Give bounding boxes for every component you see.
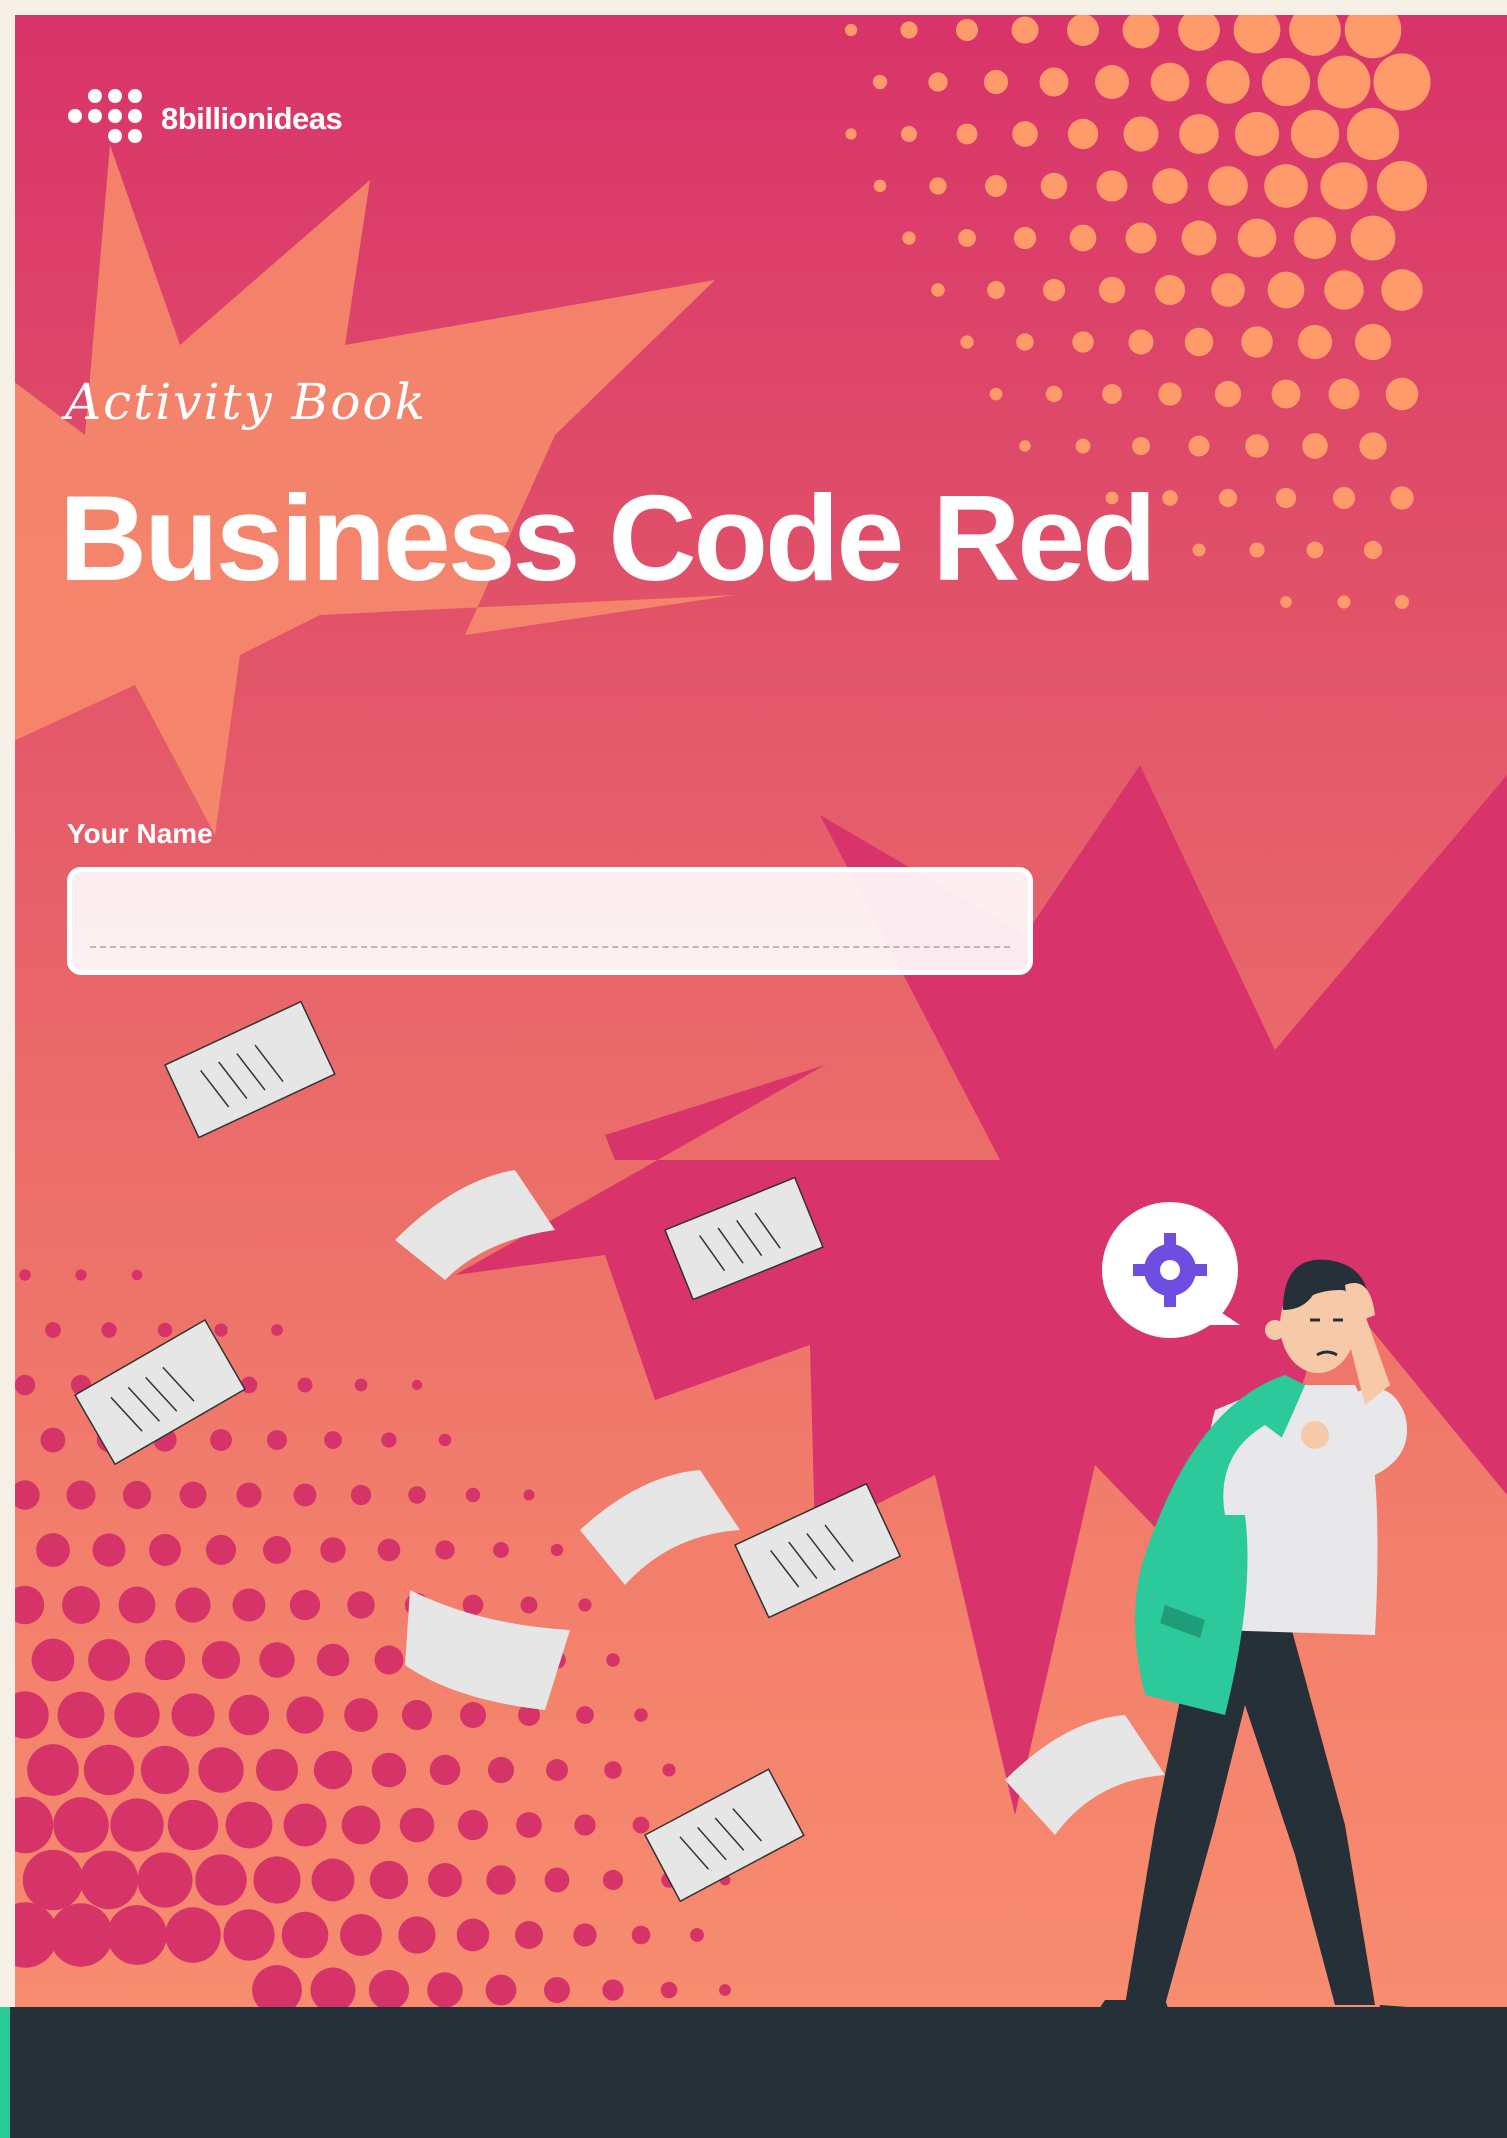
left-accent-strip <box>0 2007 10 2138</box>
brand-logo[interactable]: 8billionideas <box>67 88 343 150</box>
stressed-businessman-icon <box>1095 1259 1460 2030</box>
name-field[interactable] <box>67 867 1033 975</box>
name-input[interactable] <box>86 890 1014 952</box>
name-writing-line <box>90 946 1010 948</box>
illustration <box>73 1000 1460 2030</box>
cover-title: Business Code Red <box>59 470 1157 606</box>
bottom-bar <box>0 2007 1507 2138</box>
cover-page: 8billionideas Activity Book Business Cod… <box>15 15 1507 2138</box>
gear-speech-bubble-icon <box>1102 1202 1240 1338</box>
dot-grid-icon <box>68 89 142 143</box>
name-field-label: Your Name <box>67 818 213 849</box>
brand-name: 8billionideas <box>161 101 343 136</box>
cover-subtitle: Activity Book <box>65 373 427 431</box>
falling-papers-icon <box>73 1000 1165 1903</box>
